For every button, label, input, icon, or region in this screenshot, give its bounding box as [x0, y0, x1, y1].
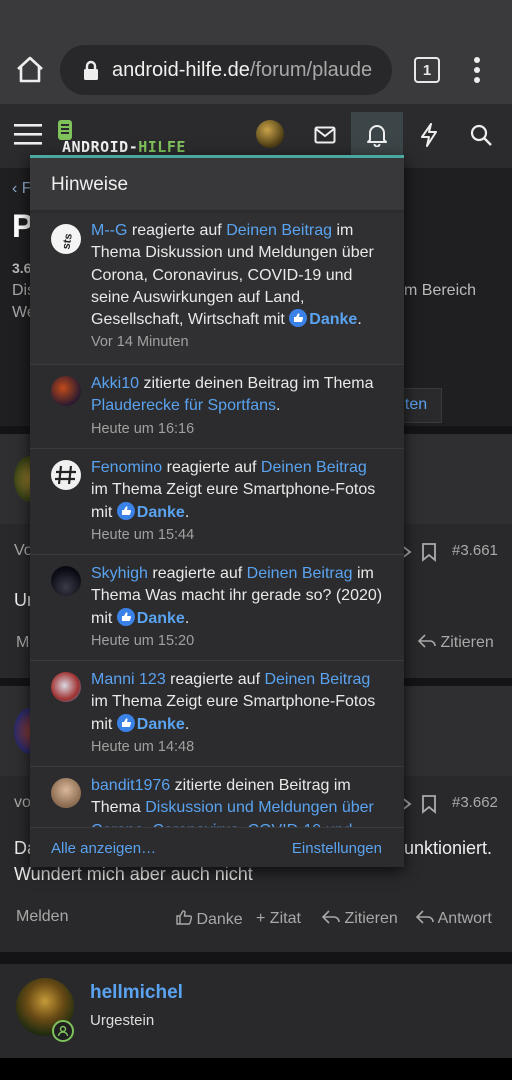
reaction-label: Danke [136, 503, 185, 521]
notification-avatar[interactable] [51, 376, 81, 406]
notification-list[interactable]: sts M--G reagierte auf Deinen Beitrag im… [30, 213, 404, 827]
lock-icon [84, 60, 98, 80]
inbox-icon[interactable] [308, 118, 342, 152]
notification-user-link[interactable]: Skyhigh [91, 565, 148, 582]
bookmark-icon[interactable] [421, 542, 437, 562]
hamburger-menu-icon[interactable] [14, 123, 42, 145]
notification-item[interactable]: Fenomino reagierte auf Deinen Beitrag im… [30, 449, 404, 555]
notification-item[interactable]: bandit1976 zitierte deinen Beitrag im Th… [30, 767, 404, 827]
reaction-label: Danke [136, 609, 185, 627]
notification-item[interactable]: sts M--G reagierte auf Deinen Beitrag im… [30, 213, 404, 365]
system-nav-bar [0, 1058, 512, 1080]
notification-target-link[interactable]: Deinen Beitrag [226, 222, 332, 239]
notification-verb: zitierte deinen Beitrag im Thema [143, 375, 374, 392]
notification-time: Vor 14 Minuten [91, 334, 189, 351]
description-tail: m Bereich [404, 282, 477, 299]
reply-arrow-icon [417, 634, 436, 648]
thumbs-up-icon [116, 713, 135, 732]
post-text: Wundert mich aber auch nicht [14, 864, 253, 884]
notification-target-link[interactable]: Plauderecke für Sportfans [91, 397, 276, 414]
logo-text: ANDROID-HILFE [62, 138, 186, 156]
breadcrumb[interactable]: ‹ F [12, 180, 32, 198]
notifications-dropdown: Hinweise sts M--G reagierte auf Deinen B… [30, 155, 404, 867]
notification-avatar[interactable] [51, 566, 81, 596]
user-card: hellmichel Urgestein [0, 964, 512, 1058]
add-quote-button[interactable]: + Zitat [256, 910, 301, 928]
home-icon[interactable] [14, 54, 46, 86]
bookmark-icon[interactable] [421, 794, 437, 814]
cite-button[interactable]: Zitieren [417, 634, 494, 652]
site-logo[interactable]: ANDROID-HILFE [56, 118, 196, 160]
bell-icon[interactable] [360, 118, 394, 152]
search-icon[interactable] [464, 118, 498, 152]
notification-verb: reagierte auf [170, 671, 261, 688]
browser-toolbar: android-hilfe.de/forum/plaude 1 [0, 0, 512, 104]
post-date[interactable]: vo [14, 794, 31, 812]
notification-item[interactable]: Skyhigh reagierte auf Deinen Beitrag im … [30, 555, 404, 661]
post-text-end: unktioniert. [404, 838, 493, 858]
lightning-icon[interactable] [412, 118, 446, 152]
notification-verb: reagierte auf [131, 222, 222, 239]
reaction-label: Danke [309, 311, 358, 329]
user-avatar[interactable] [256, 120, 284, 148]
online-status-icon [52, 1020, 74, 1042]
notification-avatar[interactable]: sts [51, 224, 81, 254]
report-button[interactable]: M [16, 634, 29, 652]
notification-avatar[interactable] [51, 778, 81, 808]
reply-button[interactable]: Antwort [415, 910, 492, 928]
user-title: Urgestein [90, 1012, 155, 1029]
reaction-label: Danke [136, 715, 185, 733]
notification-user-link[interactable]: bandit1976 [91, 777, 170, 794]
reply-arrow-icon [321, 910, 340, 924]
notification-user-link[interactable]: M--G [91, 222, 127, 239]
notification-verb: reagierte auf [152, 565, 243, 582]
like-button[interactable]: Danke [176, 910, 243, 929]
notification-avatar[interactable] [51, 460, 81, 490]
divider [0, 952, 512, 964]
thumbs-up-icon [116, 501, 135, 520]
notification-user-link[interactable]: Akki10 [91, 375, 139, 392]
url-text: android-hilfe.de/forum/plaude [112, 58, 373, 81]
notification-time: Heute um 14:48 [91, 738, 195, 755]
cite-button[interactable]: Zitieren [321, 910, 398, 928]
notification-time: Heute um 15:44 [91, 526, 195, 543]
user-name[interactable]: hellmichel [90, 982, 183, 1004]
thumbs-up-icon [176, 910, 193, 925]
tab-switcher-button[interactable]: 1 [414, 57, 440, 83]
svg-text:sts: sts [60, 232, 75, 250]
thread-stat: 3.6 [12, 260, 32, 276]
dropdown-title: Hinweise [30, 158, 404, 210]
notification-time: Heute um 16:16 [91, 420, 195, 437]
show-all-link[interactable]: Alle anzeigen… [51, 840, 156, 857]
report-button[interactable]: Melden [16, 908, 68, 926]
notification-target-link[interactable]: Deinen Beitrag [264, 671, 370, 688]
notification-item[interactable]: Manni 123 reagierte auf Deinen Beitrag i… [30, 661, 404, 767]
notification-time: Heute um 15:20 [91, 632, 195, 649]
thumbs-up-icon [289, 309, 308, 328]
notification-user-link[interactable]: Manni 123 [91, 671, 166, 688]
address-bar[interactable]: android-hilfe.de/forum/plaude [60, 45, 392, 95]
more-options-icon[interactable] [468, 56, 486, 84]
notification-verb: reagierte auf [166, 459, 257, 476]
post-number[interactable]: #3.661 [452, 542, 498, 559]
notification-target-link[interactable]: Deinen Beitrag [261, 459, 367, 476]
notification-avatar[interactable] [51, 672, 81, 702]
notification-user-link[interactable]: Fenomino [91, 459, 162, 476]
dropdown-footer: Alle anzeigen… Einstellungen [30, 827, 404, 867]
settings-link[interactable]: Einstellungen [292, 840, 382, 857]
notification-target-link[interactable]: Deinen Beitrag [247, 565, 353, 582]
notification-item[interactable]: Akki10 zitierte deinen Beitrag im Thema … [30, 365, 404, 449]
thumbs-up-icon [116, 607, 135, 626]
reply-arrow-icon [415, 910, 434, 924]
post-number[interactable]: #3.662 [452, 794, 498, 811]
